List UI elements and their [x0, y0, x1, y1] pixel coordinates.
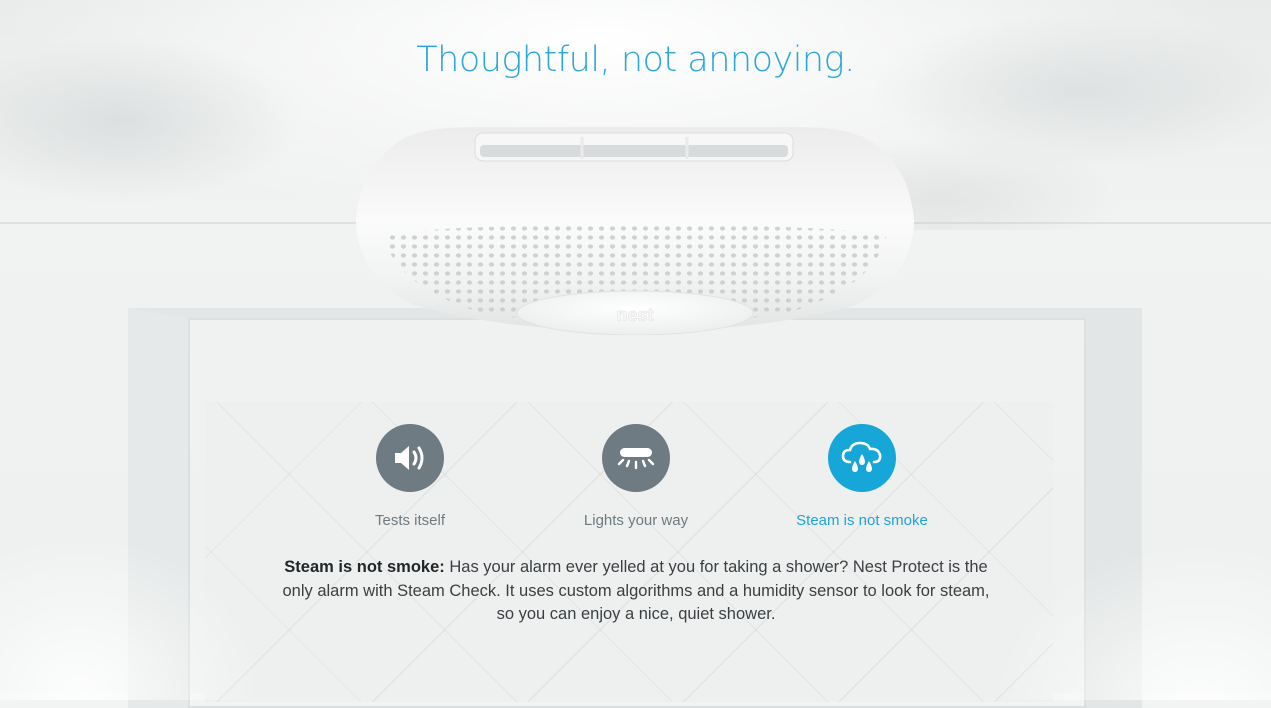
page-headline: Thoughtful, not annoying. — [416, 40, 855, 80]
steam-cloud-icon[interactable] — [828, 424, 896, 492]
feature-lights-your-way[interactable]: Lights your way — [536, 424, 736, 529]
nest-protect-device: nest — [354, 125, 916, 335]
nest-protect-illustration: nest — [356, 127, 914, 335]
feature-description: Steam is not smoke: Has your alarm ever … — [280, 556, 992, 627]
description-heading: Steam is not smoke: — [284, 558, 445, 576]
nest-logo: nest — [616, 305, 653, 325]
feature-label-steam-is-not-smoke: Steam is not smoke — [796, 512, 928, 529]
feature-label-lights-your-way: Lights your way — [583, 512, 689, 529]
pathlight-icon[interactable] — [602, 424, 670, 492]
feature-tests-itself[interactable]: Tests itself — [310, 424, 510, 529]
speaker-icon[interactable] — [376, 424, 444, 492]
feature-steam-is-not-smoke[interactable]: Steam is not smoke — [762, 424, 962, 529]
feature-label-tests-itself: Tests itself — [374, 512, 446, 529]
